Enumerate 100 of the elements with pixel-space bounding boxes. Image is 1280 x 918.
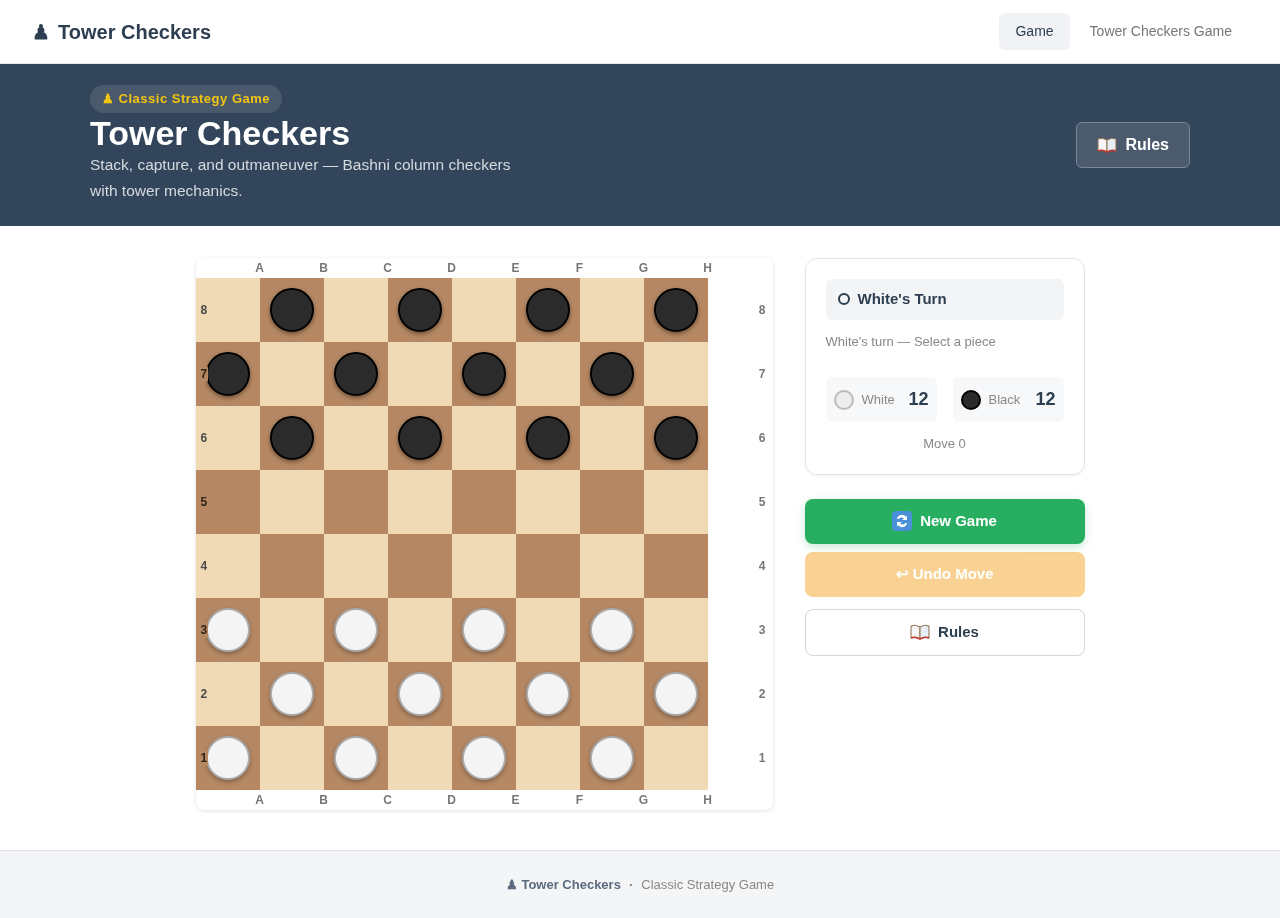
- checker-piece[interactable]: [461, 736, 506, 780]
- checker-piece[interactable]: [589, 736, 634, 780]
- rules-button[interactable]: Rules: [1076, 122, 1190, 168]
- board-square[interactable]: [451, 598, 516, 662]
- checker-piece[interactable]: [525, 288, 570, 332]
- file-label: C: [382, 792, 393, 809]
- book-icon: [1097, 137, 1118, 153]
- checker-piece[interactable]: [205, 736, 250, 780]
- checker-piece[interactable]: [333, 352, 378, 396]
- brand-title: Tower Checkers: [58, 19, 212, 45]
- file-label: G: [637, 792, 650, 809]
- board-square[interactable]: 8: [195, 278, 260, 342]
- file-label: F: [574, 792, 585, 809]
- board-square[interactable]: 2: [195, 662, 260, 726]
- page-subtitle: Stack, capture, and outmaneuver — Bashni column checkers with tower mechanics.: [90, 155, 512, 202]
- file-label: D: [446, 792, 457, 809]
- rank-label: 7: [199, 366, 209, 382]
- board-square[interactable]: [515, 406, 580, 470]
- file-label: B: [318, 260, 329, 277]
- footer-brand: ♟ Tower Checkers: [505, 875, 621, 894]
- checker-piece[interactable]: [397, 288, 442, 332]
- rules-button[interactable]: Rules: [804, 608, 1085, 656]
- board-square[interactable]: [643, 662, 708, 726]
- board-square[interactable]: [387, 278, 452, 342]
- board-square[interactable]: 1: [195, 726, 260, 790]
- board-square[interactable]: [451, 726, 516, 790]
- checker-piece[interactable]: [205, 608, 250, 652]
- nav-tab[interactable]: Game: [999, 13, 1070, 50]
- rank-label: 5: [757, 494, 767, 511]
- checker-piece[interactable]: [461, 608, 506, 652]
- score-label: Black: [988, 390, 1021, 409]
- checker-piece[interactable]: [653, 416, 698, 460]
- board-square[interactable]: [451, 342, 516, 406]
- refresh-icon: [892, 511, 913, 531]
- pawn-icon: ♟: [32, 16, 50, 47]
- file-label: A: [254, 260, 265, 277]
- status-message: White's turn — Select a piece: [825, 332, 997, 351]
- checker-piece[interactable]: [589, 608, 634, 652]
- file-label: B: [318, 792, 329, 809]
- file-label: E: [510, 260, 521, 277]
- rank-label: 7: [757, 366, 767, 383]
- rank-label: 3: [199, 622, 209, 638]
- checker-piece[interactable]: [333, 736, 378, 780]
- score-label: White: [861, 390, 895, 409]
- checker-piece[interactable]: [205, 352, 250, 396]
- category-badge: ♟ Classic Strategy Game: [90, 85, 283, 113]
- board-square[interactable]: [259, 662, 324, 726]
- board-square[interactable]: 6: [195, 406, 260, 470]
- checker-piece[interactable]: [269, 288, 314, 332]
- file-label: D: [446, 260, 457, 277]
- file-label: E: [510, 792, 521, 809]
- score-count: 12: [1035, 388, 1056, 411]
- separator-dot: ·: [628, 875, 634, 894]
- turn-title: White's Turn: [857, 289, 947, 309]
- board-square[interactable]: [259, 278, 324, 342]
- checker-piece[interactable]: [525, 416, 570, 460]
- move-counter: Move 0: [922, 435, 967, 453]
- board-square[interactable]: [579, 342, 644, 406]
- file-label: F: [574, 260, 585, 277]
- rank-label: 3: [757, 622, 767, 639]
- checker-piece[interactable]: [461, 352, 506, 396]
- checker-piece[interactable]: [269, 672, 314, 716]
- checker-piece[interactable]: [525, 672, 570, 716]
- rank-label: 1: [199, 750, 209, 766]
- page-title: Tower Checkers: [90, 114, 352, 153]
- checker-piece[interactable]: [269, 416, 314, 460]
- board-square[interactable]: [643, 278, 708, 342]
- rank-label: 1: [757, 750, 767, 767]
- board-square[interactable]: [323, 342, 388, 406]
- board-square[interactable]: [515, 278, 580, 342]
- board-square[interactable]: [259, 406, 324, 470]
- rank-label: 6: [757, 430, 767, 447]
- checker-piece[interactable]: [653, 288, 698, 332]
- rank-label: 8: [757, 302, 767, 319]
- board-square[interactable]: [387, 406, 452, 470]
- board-square[interactable]: 5: [195, 470, 260, 534]
- checker-piece[interactable]: [333, 608, 378, 652]
- footer-tagline: Classic Strategy Game: [641, 875, 775, 894]
- rank-label: 2: [757, 686, 767, 703]
- file-label: C: [382, 260, 393, 277]
- board-square[interactable]: 4: [195, 534, 260, 598]
- board-square[interactable]: [579, 726, 644, 790]
- nav-tab[interactable]: Tower Checkers Game: [1073, 13, 1248, 50]
- file-label: H: [702, 260, 713, 277]
- board-square[interactable]: [323, 726, 388, 790]
- board-square[interactable]: 3: [195, 598, 260, 662]
- board-square[interactable]: [323, 598, 388, 662]
- board-square[interactable]: [643, 406, 708, 470]
- score-count: 12: [908, 388, 929, 411]
- board-square[interactable]: [387, 662, 452, 726]
- board-square[interactable]: 7: [195, 342, 260, 406]
- checker-piece[interactable]: [653, 672, 698, 716]
- checker-piece[interactable]: [397, 416, 442, 460]
- file-label: G: [637, 260, 650, 277]
- board-square[interactable]: [515, 662, 580, 726]
- file-label: A: [254, 792, 265, 809]
- checker-piece[interactable]: [397, 672, 442, 716]
- checker-piece[interactable]: [589, 352, 634, 396]
- board-square[interactable]: [579, 598, 644, 662]
- file-label: H: [702, 792, 713, 809]
